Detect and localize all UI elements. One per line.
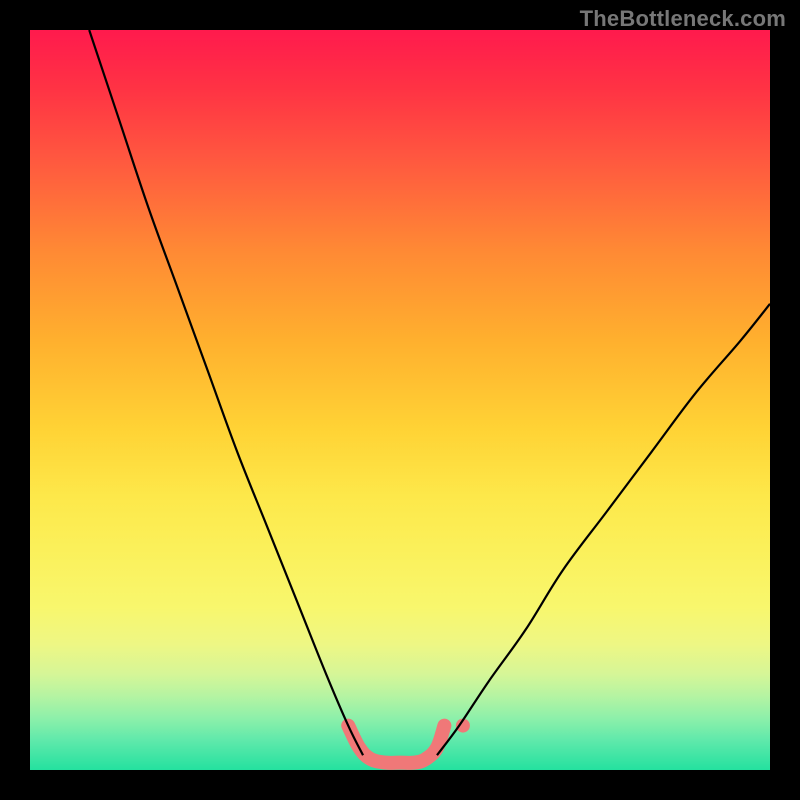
chart-svg — [30, 30, 770, 770]
left-branch-line — [89, 30, 363, 755]
valley-highlight-line — [348, 726, 444, 763]
plot-area — [30, 30, 770, 770]
chart-frame: TheBottleneck.com — [0, 0, 800, 800]
right-branch-line — [437, 304, 770, 755]
watermark-text: TheBottleneck.com — [580, 6, 786, 32]
